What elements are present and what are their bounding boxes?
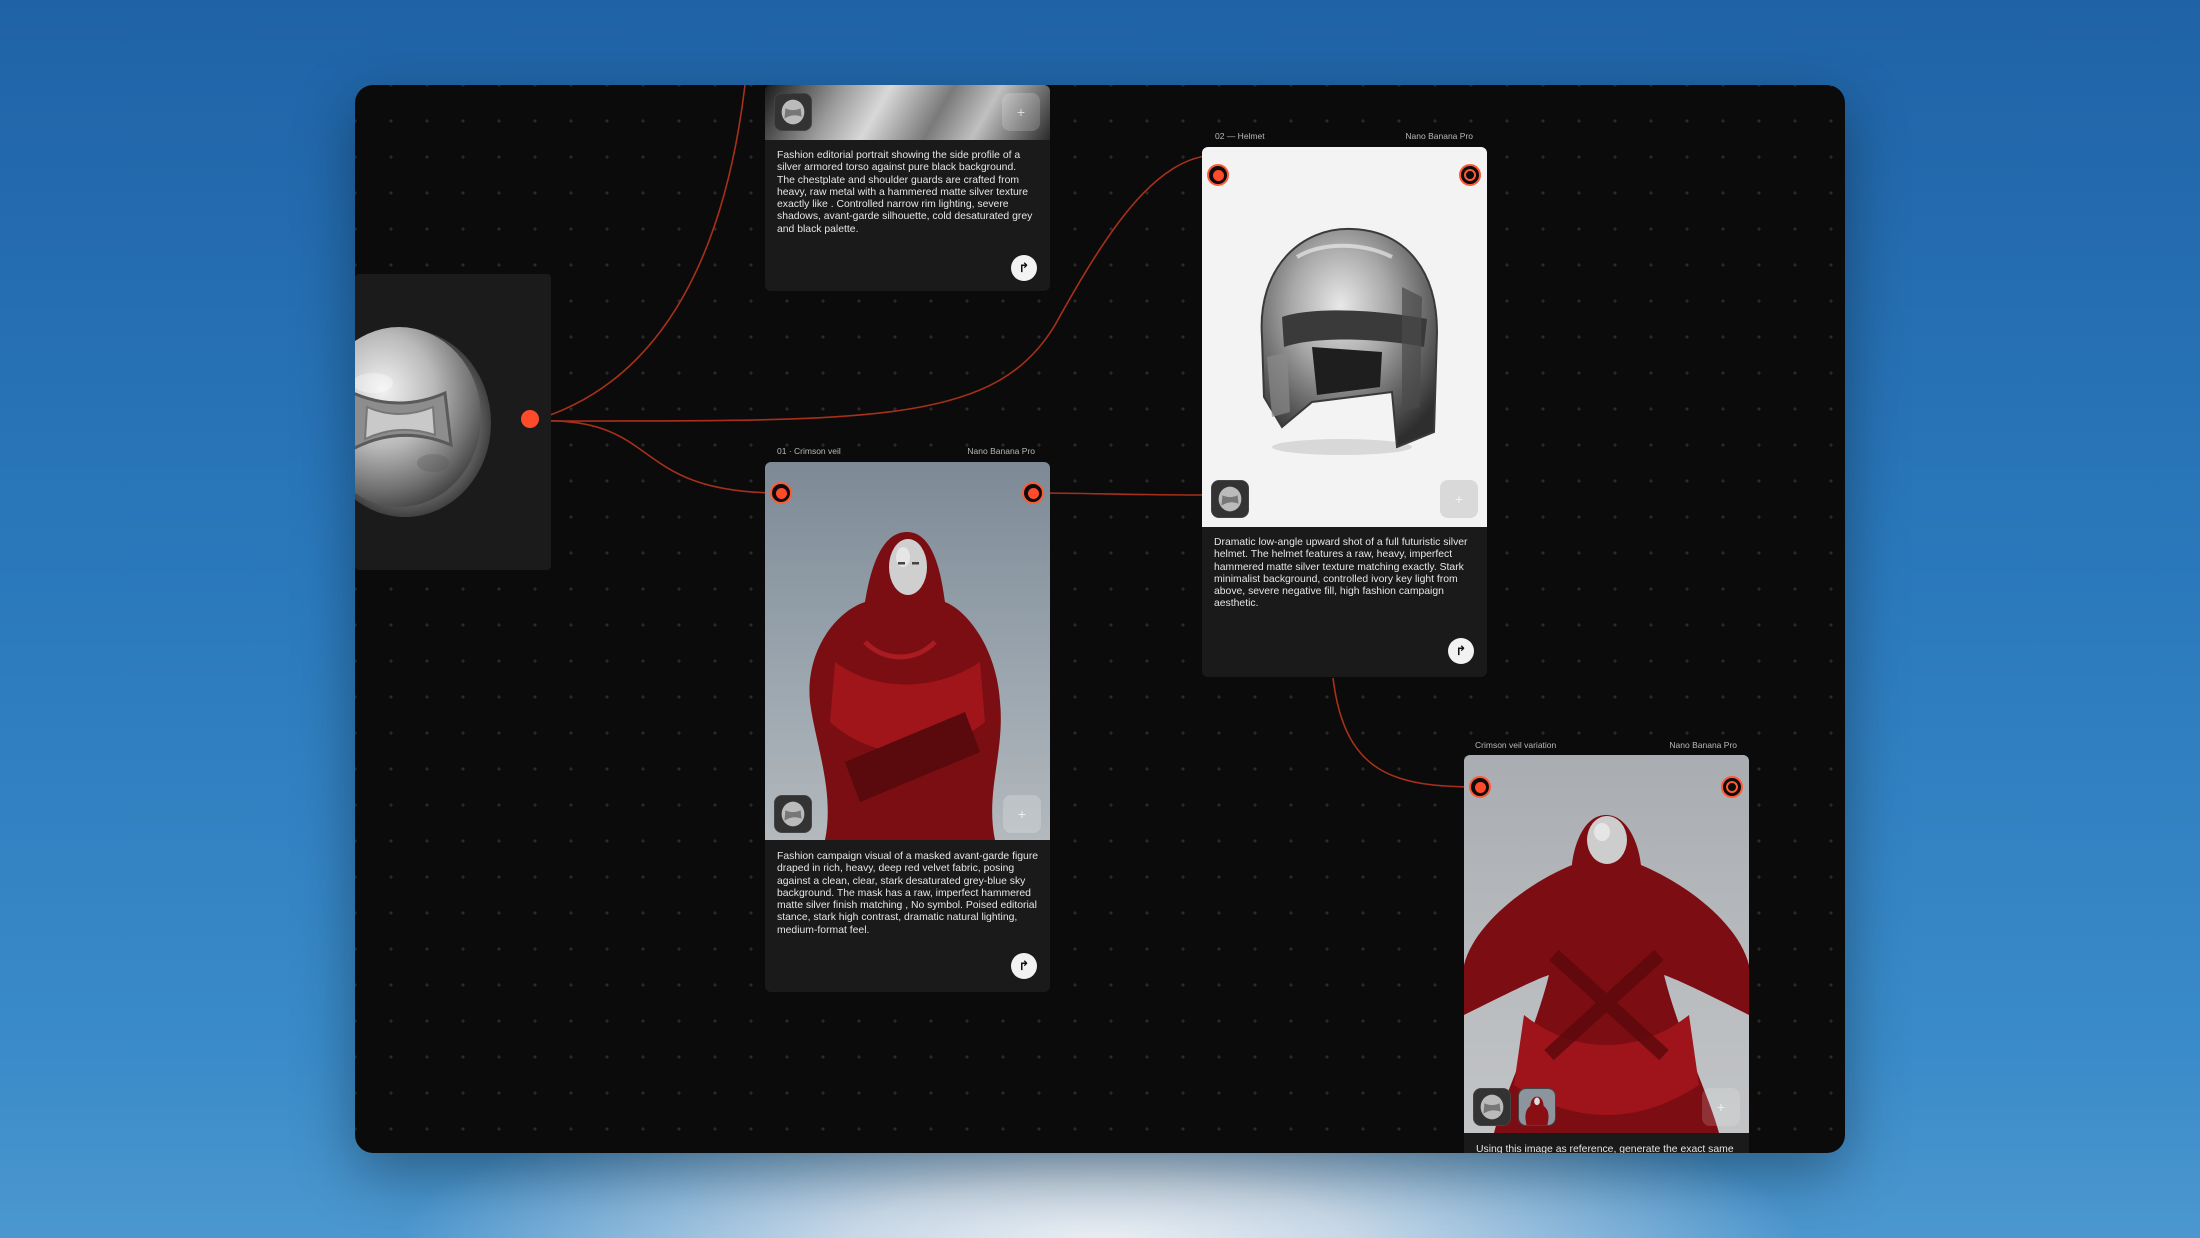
card-variation-title: Crimson veil variation — [1475, 740, 1557, 750]
crimson-output-port[interactable] — [1022, 482, 1044, 504]
card-crimson-share-button[interactable]: ↱ — [1011, 953, 1037, 979]
helmet-output-port[interactable] — [1459, 164, 1481, 186]
crimson-veil-variation-image — [1464, 755, 1749, 1133]
card-variation-model: Nano Banana Pro — [1669, 740, 1737, 750]
helmet-image — [1202, 147, 1487, 527]
card-top-share-button[interactable]: ↱ — [1011, 255, 1037, 281]
card-crimson-description: Fashion campaign visual of a masked avan… — [777, 851, 1039, 936]
crimson-input-port[interactable] — [770, 482, 792, 504]
wire-source-to-crimson — [531, 419, 782, 494]
card-variation-description: Using this image as reference, generate … — [1476, 1144, 1734, 1153]
helmet-input-port[interactable] — [1207, 164, 1229, 186]
add-reference-button[interactable]: + — [1002, 93, 1040, 131]
crimson-veil-image — [765, 462, 1050, 840]
card-helmet[interactable]: + Dramatic low-angle upward shot of a fu… — [1202, 147, 1487, 677]
silver-coin-image — [355, 323, 493, 523]
variation-output-port[interactable] — [1721, 776, 1743, 798]
helmet-add-reference-button[interactable]: + — [1440, 480, 1478, 518]
reference-thumbnail-coin-icon[interactable] — [774, 93, 812, 131]
wire-source-to-top — [531, 85, 746, 422]
card-helmet-title: 02 — Helmet — [1215, 131, 1265, 141]
card-top-description: Fashion editorial portrait showing the s… — [777, 150, 1033, 235]
crimson-reference-thumbnail-coin-icon[interactable] — [774, 795, 812, 833]
card-helmet-model: Nano Banana Pro — [1405, 131, 1473, 141]
source-output-port[interactable] — [521, 410, 539, 428]
card-helmet-share-button[interactable]: ↱ — [1448, 638, 1474, 664]
wire-crimson-to-helmet — [1032, 492, 1203, 496]
helmet-reference-thumbnail-coin-icon[interactable] — [1211, 480, 1249, 518]
card-crimson-title: 01 · Crimson veil — [777, 446, 841, 456]
card-crimson-veil-variation[interactable]: + Using this image as reference, generat… — [1464, 755, 1749, 1153]
variation-reference-thumbnail-crimson-icon[interactable] — [1518, 1088, 1556, 1126]
wire-helmet-to-variation — [1332, 677, 1481, 788]
node-canvas[interactable]: + Fashion editorial portrait showing the… — [355, 85, 1845, 1153]
variation-add-reference-button[interactable]: + — [1702, 1088, 1740, 1126]
crimson-add-reference-button[interactable]: + — [1003, 795, 1041, 833]
card-crimson-model: Nano Banana Pro — [967, 446, 1035, 456]
card-crimson-veil[interactable]: + Fashion campaign visual of a masked av… — [765, 462, 1050, 992]
variation-reference-thumbnail-coin-icon[interactable] — [1473, 1088, 1511, 1126]
variation-input-port[interactable] — [1469, 776, 1491, 798]
card-helmet-description: Dramatic low-angle upward shot of a full… — [1214, 537, 1468, 610]
card-top-prompt[interactable]: + Fashion editorial portrait showing the… — [765, 85, 1050, 291]
